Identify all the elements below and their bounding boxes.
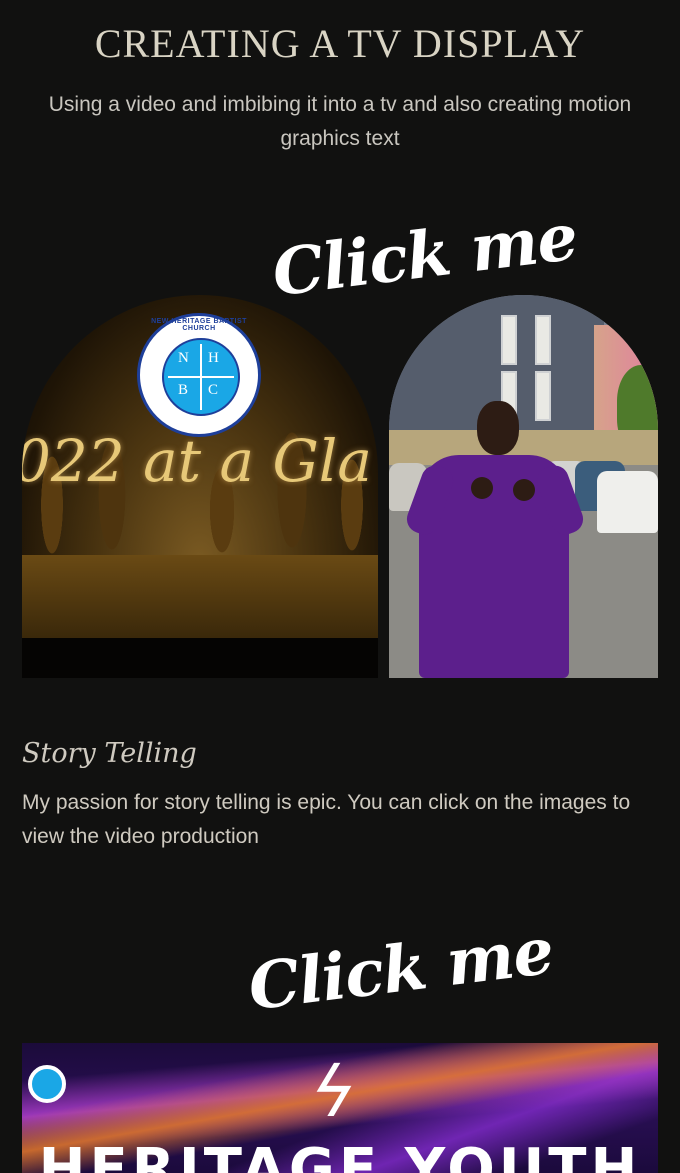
video-thumbnail-street-scene[interactable]	[389, 295, 658, 678]
logo-letter-b: B	[178, 382, 189, 398]
video-bottom-band	[22, 638, 378, 678]
click-me-link-2[interactable]: Click me	[245, 914, 557, 1026]
building-window	[535, 315, 551, 365]
church-logo-small	[28, 1065, 66, 1103]
page-title: CREATING A TV DISPLAY	[94, 21, 586, 66]
person-head	[477, 401, 519, 455]
logo-letter-h: H	[208, 350, 219, 366]
heritage-youth-video-banner[interactable]: ϟ HERITAGE YOUTH	[22, 1043, 658, 1173]
video-thumbnail-2022-at-a-glance[interactable]: 022 at a Gla NEW HERITAGE BAPTIST CHURCH…	[22, 295, 378, 678]
lightning-bolt-icon: ϟ	[299, 1051, 368, 1133]
building-window	[535, 371, 551, 421]
building-window	[501, 315, 517, 365]
forest-floor	[22, 555, 378, 638]
church-logo-letters: N H B C	[162, 338, 236, 412]
parked-car	[597, 471, 658, 533]
story-telling-heading: Story Telling	[22, 738, 197, 769]
story-telling-description: My passion for story telling is epic. Yo…	[22, 791, 631, 848]
logo-letter-c: C	[208, 382, 219, 398]
page-subtitle: Using a video and imbibing it into a tv …	[48, 93, 632, 150]
person-hand	[513, 479, 535, 501]
church-logo-ring-text: NEW HERITAGE BAPTIST CHURCH	[151, 318, 247, 332]
person-hand	[471, 477, 493, 499]
banner-heading: HERITAGE YOUTH	[38, 1137, 642, 1173]
church-logo: NEW HERITAGE BAPTIST CHURCH N H B C	[137, 313, 261, 437]
glance-overlay-text: 022 at a Gla	[22, 427, 372, 495]
logo-letter-n: N	[178, 350, 189, 366]
